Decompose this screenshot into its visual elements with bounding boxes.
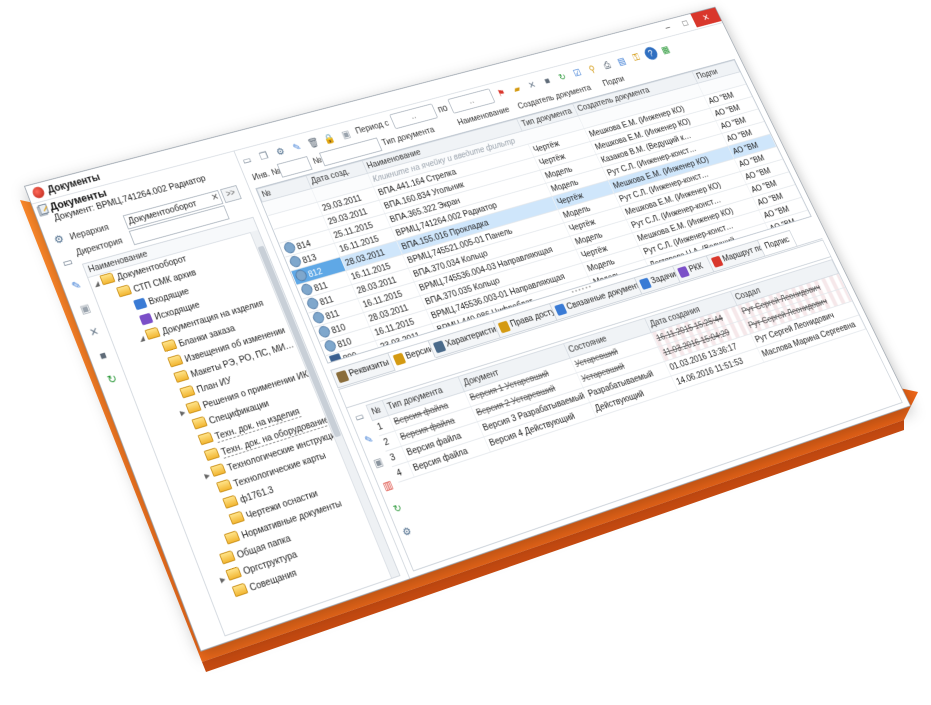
disabled-icon[interactable]: ▣ — [74, 299, 96, 319]
document-icon — [304, 296, 320, 311]
expand-arrow-icon[interactable] — [112, 297, 120, 299]
go-button[interactable]: >> — [220, 185, 242, 204]
folder-icon — [219, 550, 236, 565]
sign-filter-label: Подпи — [601, 74, 626, 89]
expand-arrow-icon[interactable] — [193, 444, 201, 446]
document-icon — [287, 254, 303, 269]
expand-arrow-icon[interactable] — [128, 309, 136, 311]
tab-label: Задачи — [649, 269, 678, 286]
expand-arrow-icon[interactable] — [134, 324, 142, 326]
edit-icon[interactable]: ✎ — [359, 430, 378, 449]
check-icon[interactable]: ☑ — [568, 65, 586, 81]
save-icon[interactable]: ■ — [92, 345, 114, 366]
folder-icon — [225, 566, 242, 581]
folder-icon — [179, 384, 196, 399]
key-icon[interactable]: ⚿ — [628, 50, 645, 65]
folder-icon — [223, 530, 241, 545]
expand-arrow-icon[interactable] — [163, 367, 171, 369]
folder-icon — [222, 494, 239, 509]
expand-arrow-icon[interactable] — [224, 524, 232, 527]
refresh-icon[interactable]: ↻ — [101, 369, 123, 390]
folder-icon — [99, 272, 116, 286]
edit-icon[interactable]: ✎ — [66, 275, 88, 295]
folder-icon — [216, 478, 233, 493]
inventory-label: Инв. № — [250, 166, 283, 183]
expand-arrow-icon[interactable] — [215, 564, 223, 567]
folder-icon — [231, 582, 249, 598]
printer-icon[interactable]: ⎙ — [598, 57, 615, 73]
expand-arrow-icon[interactable] — [175, 398, 183, 400]
expand-arrow-icon[interactable] — [227, 596, 235, 599]
expand-arrow-icon[interactable] — [212, 492, 220, 494]
edit-icon[interactable]: ✎ — [288, 139, 306, 156]
new-document-icon[interactable]: ▭ — [57, 253, 79, 273]
period-to-label: по — [435, 102, 450, 115]
flag-icon[interactable]: ⚑ — [493, 85, 511, 101]
document-icon — [316, 324, 332, 339]
app-icon — [30, 185, 46, 200]
expand-arrow-icon[interactable] — [169, 382, 177, 384]
documents-window: Документы – □ ✕ Документы Документ: ВРМЦ… — [24, 6, 911, 652]
trash-icon[interactable]: 🗑 — [304, 135, 322, 152]
expand-arrow-icon[interactable] — [220, 544, 228, 547]
help-icon[interactable]: ? — [642, 45, 660, 62]
document-icon — [293, 268, 309, 283]
new-document-icon[interactable]: ▭ — [238, 152, 257, 169]
folder-icon — [161, 338, 178, 353]
refresh-icon[interactable]: ↻ — [553, 69, 571, 85]
tab-icon — [335, 369, 350, 384]
search-icon[interactable]: ⚲ — [583, 61, 600, 77]
save-icon[interactable]: ■ — [538, 73, 556, 89]
expand-arrow-icon[interactable] — [187, 429, 195, 431]
copy-icon[interactable]: ❐ — [255, 148, 274, 165]
outbox-icon — [138, 312, 154, 326]
folder-icon — [209, 462, 227, 477]
tab-icon — [392, 352, 407, 366]
close-doc-icon[interactable]: ✕ — [523, 77, 541, 93]
disabled-icon[interactable]: ▣ — [337, 126, 355, 143]
document-icon — [322, 338, 338, 354]
expand-arrow-icon[interactable] — [199, 460, 207, 462]
document-icon — [310, 310, 326, 325]
folder-icon — [228, 510, 245, 525]
folder-icon — [167, 354, 184, 368]
folder-icon — [144, 326, 161, 340]
folder-icon — [197, 431, 214, 446]
folder-icon — [191, 415, 208, 430]
lock-icon[interactable]: 🔒 — [321, 130, 339, 147]
delete-icon[interactable]: ✕ — [83, 322, 105, 343]
expand-arrow-icon[interactable] — [218, 508, 226, 511]
hierarchy-tool-icon[interactable]: ⚙ — [48, 230, 70, 250]
document-icon — [281, 240, 297, 255]
folder-check-icon[interactable]: ▰ — [508, 81, 526, 97]
route-icon[interactable]: ⚙ — [271, 143, 290, 160]
inbox-icon — [133, 297, 148, 311]
route-icon[interactable]: ⚙ — [397, 522, 417, 541]
refresh-icon[interactable]: ↻ — [388, 499, 408, 518]
expand-arrow-icon[interactable] — [157, 351, 165, 353]
folder-icon — [203, 447, 220, 462]
tab-label: РКК — [687, 261, 705, 275]
scene: Документы – □ ✕ Документы Документ: ВРМЦ… — [0, 0, 931, 705]
export-icon[interactable]: ▦ — [657, 42, 674, 57]
chart-icon[interactable]: ▤ — [613, 53, 630, 69]
archive-icon[interactable]: ▥ — [378, 476, 397, 495]
folder-icon — [185, 400, 202, 414]
document-icon — [299, 282, 314, 297]
folder-icon — [116, 284, 133, 298]
folder-icon — [173, 369, 190, 383]
new-version-icon[interactable]: ▭ — [350, 408, 369, 427]
delete-icon[interactable]: ▣ — [369, 453, 388, 472]
